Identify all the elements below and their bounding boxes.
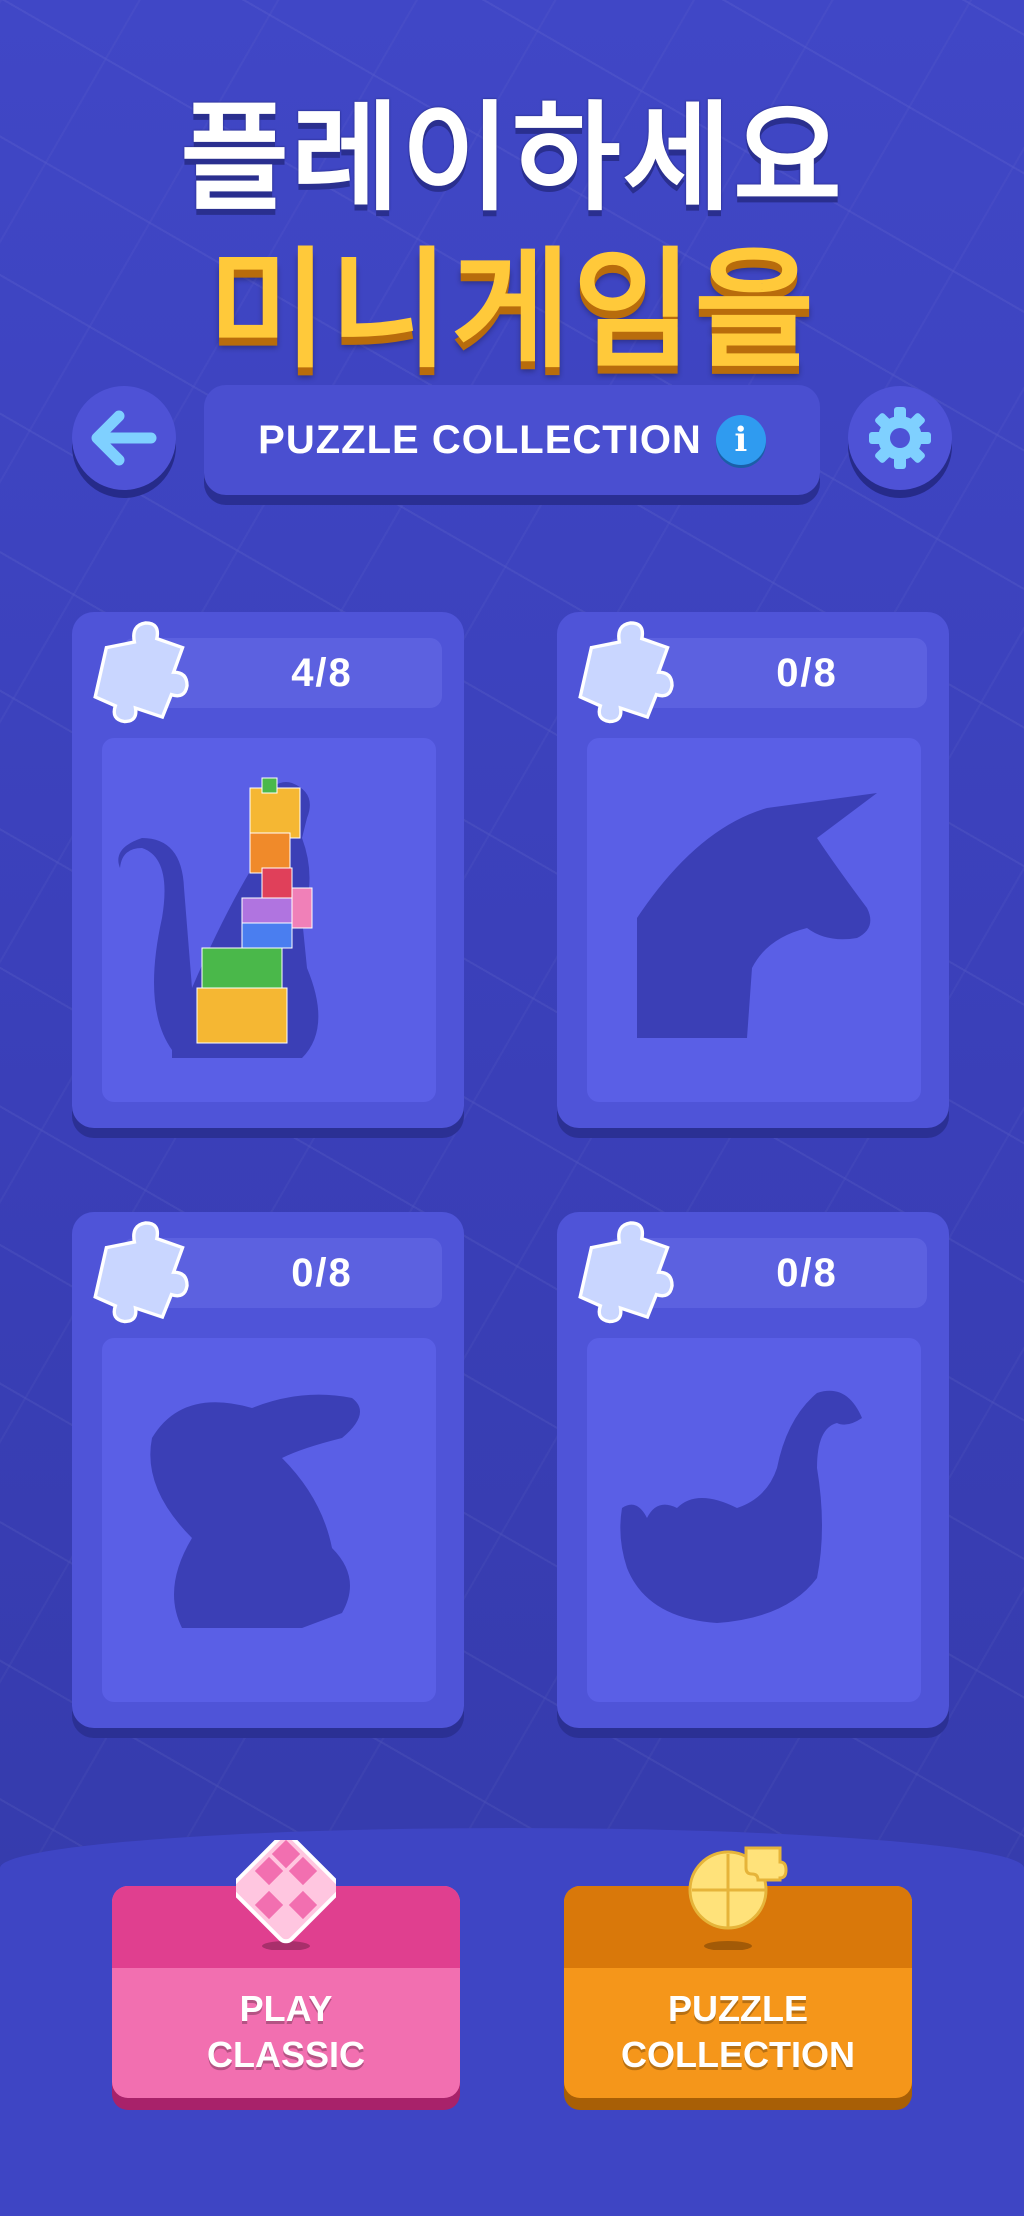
back-button[interactable] [72, 386, 176, 490]
collection-header: PUZZLE COLLECTION i [204, 385, 820, 495]
block-grid-icon [236, 1840, 336, 1950]
bottom-nav: PLAY CLASSIC PUZZLE COLLECTION [0, 1828, 1024, 2216]
jigsaw-icon [688, 1846, 788, 1950]
header-title: PUZZLE COLLECTION [258, 417, 702, 462]
gear-icon [869, 407, 931, 469]
arrow-left-icon [91, 410, 157, 466]
puzzle-image-cat [102, 738, 436, 1102]
puzzle-piece-icon [93, 621, 189, 724]
info-icon[interactable]: i [715, 415, 766, 465]
puzzle-image-unicorn [587, 738, 921, 1102]
puzzle-piece-icon [578, 621, 674, 724]
settings-button[interactable] [848, 386, 952, 490]
puzzle-piece-icon [578, 1221, 674, 1324]
puzzle-collection-button[interactable]: PUZZLE COLLECTION [564, 1846, 912, 2098]
puzzle-card-rabbit[interactable]: 0/8 [72, 1212, 464, 1728]
progress-count: 4/8 [291, 650, 353, 695]
play-classic-label: PLAY CLASSIC [112, 1986, 460, 2078]
play-classic-line2: CLASSIC [206, 2034, 365, 2075]
play-classic-line1: PLAY [239, 1988, 333, 2029]
puzzle-collection-label: PUZZLE COLLECTION [564, 1986, 912, 2078]
puzzle-card-swan[interactable]: 0/8 [557, 1212, 949, 1728]
progress-count: 0/8 [291, 1250, 353, 1295]
puzzle-collection-line1: PUZZLE [668, 1988, 808, 2029]
puzzle-piece-icon [93, 1221, 189, 1324]
puzzle-card-unicorn[interactable]: 0/8 [557, 612, 949, 1128]
play-classic-button[interactable]: PLAY CLASSIC [112, 1840, 460, 2098]
progress-count: 0/8 [776, 650, 838, 695]
puzzle-image-rabbit [102, 1338, 436, 1702]
puzzle-card-cat[interactable]: 4/8 [72, 612, 464, 1128]
puzzle-image-swan [587, 1338, 921, 1702]
progress-count: 0/8 [776, 1250, 838, 1295]
puzzle-collection-line2: COLLECTION [621, 2034, 855, 2075]
title-line-2: 미니게임을 [207, 234, 816, 386]
